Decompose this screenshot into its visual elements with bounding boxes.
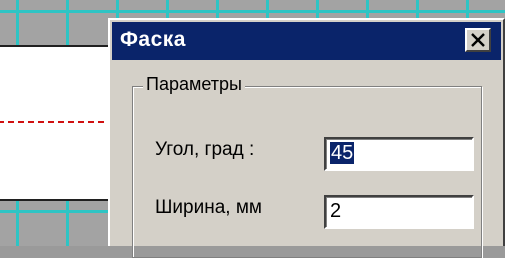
group-title: Параметры — [143, 74, 245, 95]
width-field[interactable]: 2 — [324, 195, 474, 229]
close-x-icon — [471, 33, 485, 47]
chamfer-dialog: Фаска Параметры Угол, град : 45 Ширина, … — [108, 18, 505, 258]
angle-field[interactable]: 45 — [324, 137, 474, 171]
width-label: Ширина, мм — [155, 197, 262, 218]
angle-label: Угол, град : — [155, 139, 255, 160]
close-button[interactable] — [465, 28, 491, 52]
angle-value: 45 — [330, 142, 355, 164]
parameters-group: Параметры Угол, град : 45 Ширина, мм 2 — [132, 74, 482, 258]
center-axis-line — [0, 121, 114, 123]
width-value: 2 — [330, 200, 342, 222]
drawing-rectangle — [0, 45, 118, 201]
dialog-title: Фаска — [120, 28, 186, 51]
dialog-titlebar[interactable]: Фаска — [112, 22, 501, 60]
